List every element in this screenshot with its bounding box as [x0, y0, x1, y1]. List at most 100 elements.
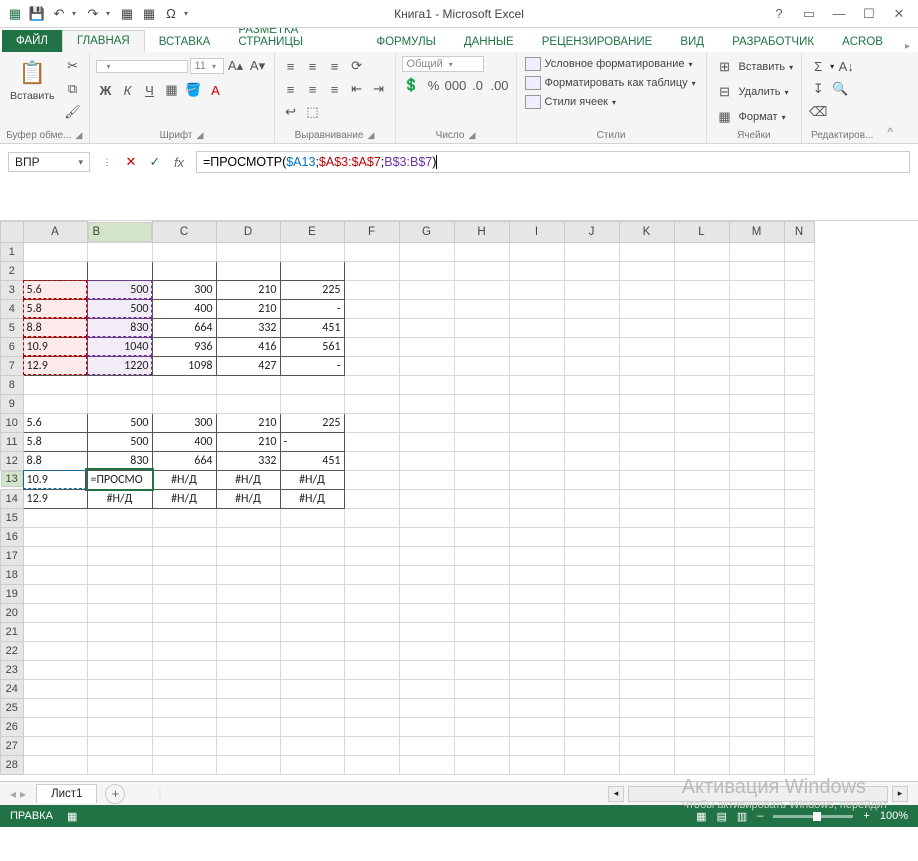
hscroll-right-icon[interactable]: ▸ — [892, 786, 908, 802]
cell-H7[interactable] — [454, 356, 509, 375]
cell-K6[interactable] — [619, 337, 674, 356]
paste-button[interactable]: 📋 Вставить — [6, 56, 59, 104]
cell-G14[interactable] — [399, 489, 454, 508]
grow-font-icon[interactable]: A▴ — [226, 56, 246, 76]
row-header-7[interactable]: 7 — [1, 356, 24, 375]
fill-color-icon[interactable]: 🪣 — [184, 80, 204, 100]
cell-N14[interactable] — [784, 489, 814, 508]
cell-I20[interactable] — [509, 603, 564, 622]
cell-H24[interactable] — [454, 679, 509, 698]
cell-I9[interactable] — [509, 394, 564, 413]
zoom-level[interactable]: 100% — [880, 810, 908, 822]
cell-D6[interactable]: 416 — [216, 337, 280, 356]
cell-N13[interactable] — [784, 470, 814, 489]
cell-H1[interactable] — [454, 242, 509, 261]
enter-icon[interactable]: ✓ — [144, 152, 166, 172]
view-pagelayout-icon[interactable]: ▤ — [716, 810, 726, 823]
cell-E9[interactable] — [280, 394, 344, 413]
cell-I4[interactable] — [509, 299, 564, 318]
cell-F8[interactable] — [344, 375, 399, 394]
cell-H26[interactable] — [454, 717, 509, 736]
cell-H6[interactable] — [454, 337, 509, 356]
cell-D15[interactable] — [216, 508, 280, 527]
cell-B10[interactable]: 500 — [87, 413, 152, 432]
cell-H11[interactable] — [454, 432, 509, 451]
cell-B7[interactable]: 1220 — [87, 356, 152, 375]
cell-N12[interactable] — [784, 451, 814, 470]
row-header-9[interactable]: 9 — [1, 394, 24, 413]
fx-icon[interactable]: fx — [168, 152, 190, 172]
align-center-icon[interactable]: ≡ — [303, 79, 323, 99]
cell-B6[interactable]: 1040 — [87, 337, 152, 356]
cell-K28[interactable] — [619, 755, 674, 774]
cell-D4[interactable]: 210 — [216, 299, 280, 318]
cell-A7[interactable]: 12.9 — [23, 356, 87, 375]
cell-C16[interactable] — [152, 527, 216, 546]
cell-L10[interactable] — [674, 413, 729, 432]
row-header-23[interactable]: 23 — [1, 660, 24, 679]
excel-icon[interactable]: ▦ — [6, 5, 24, 23]
cell-A2[interactable] — [23, 261, 87, 280]
cell-L7[interactable] — [674, 356, 729, 375]
cell-E23[interactable] — [280, 660, 344, 679]
cell-E17[interactable] — [280, 546, 344, 565]
cell-K16[interactable] — [619, 527, 674, 546]
cell-M9[interactable] — [729, 394, 784, 413]
cell-C19[interactable] — [152, 584, 216, 603]
cell-G12[interactable] — [399, 451, 454, 470]
cell-A17[interactable] — [23, 546, 87, 565]
cell-N2[interactable] — [784, 261, 814, 280]
cell-N24[interactable] — [784, 679, 814, 698]
cell-E11[interactable]: - — [280, 432, 344, 451]
cell-C7[interactable]: 1098 — [152, 356, 216, 375]
cell-A24[interactable] — [23, 679, 87, 698]
tab-view[interactable]: ВИД — [666, 32, 718, 52]
cell-M23[interactable] — [729, 660, 784, 679]
cell-N28[interactable] — [784, 755, 814, 774]
col-header-D[interactable]: D — [216, 222, 280, 243]
cell-L8[interactable] — [674, 375, 729, 394]
cell-L12[interactable] — [674, 451, 729, 470]
cell-D2[interactable] — [216, 261, 280, 280]
cell-E18[interactable] — [280, 565, 344, 584]
redo-drop-icon[interactable]: ▾ — [106, 9, 114, 18]
number-format-select[interactable]: Общий▾ — [402, 56, 484, 72]
cell-C5[interactable]: 664 — [152, 318, 216, 337]
row-header-4[interactable]: 4 — [1, 299, 24, 318]
cell-B3[interactable]: 500 — [87, 280, 152, 299]
cell-K13[interactable] — [619, 470, 674, 489]
row-header-12[interactable]: 12 — [1, 451, 24, 470]
cell-B28[interactable] — [87, 755, 152, 774]
cell-F4[interactable] — [344, 299, 399, 318]
formula-input[interactable]: =ПРОСМОТР($A13;$A$3:$A$7;B$3:B$7) — [196, 151, 910, 173]
cell-G21[interactable] — [399, 622, 454, 641]
cond-format-button[interactable]: Условное форматирование ▾ — [523, 56, 700, 72]
cell-D10[interactable]: 210 — [216, 413, 280, 432]
cell-D8[interactable] — [216, 375, 280, 394]
cell-D3[interactable]: 210 — [216, 280, 280, 299]
cell-I16[interactable] — [509, 527, 564, 546]
cell-N8[interactable] — [784, 375, 814, 394]
cell-E26[interactable] — [280, 717, 344, 736]
cell-A13[interactable]: 10.9 — [23, 470, 87, 489]
currency-icon[interactable]: 💲 — [402, 75, 422, 95]
cell-M22[interactable] — [729, 641, 784, 660]
cell-L26[interactable] — [674, 717, 729, 736]
cell-D13[interactable]: #Н/Д — [216, 470, 280, 489]
tab-data[interactable]: ДАННЫЕ — [450, 32, 528, 52]
cell-K20[interactable] — [619, 603, 674, 622]
cell-K22[interactable] — [619, 641, 674, 660]
cell-G11[interactable] — [399, 432, 454, 451]
cell-E21[interactable] — [280, 622, 344, 641]
orientation-icon[interactable]: ⟳ — [347, 56, 367, 76]
cell-B13[interactable]: =ПРОСМО — [87, 470, 152, 489]
cell-K21[interactable] — [619, 622, 674, 641]
cell-I12[interactable] — [509, 451, 564, 470]
cell-C6[interactable]: 936 — [152, 337, 216, 356]
cell-C12[interactable]: 664 — [152, 451, 216, 470]
cell-D17[interactable] — [216, 546, 280, 565]
cell-J4[interactable] — [564, 299, 619, 318]
qa-drop-icon[interactable]: ▾ — [184, 9, 192, 18]
tab-formulas[interactable]: ФОРМУЛЫ — [362, 32, 449, 52]
cell-L6[interactable] — [674, 337, 729, 356]
